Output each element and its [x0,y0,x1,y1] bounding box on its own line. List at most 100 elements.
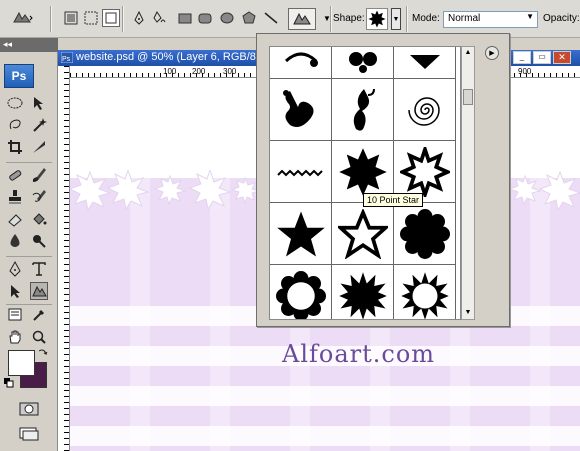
notes-tool[interactable] [6,306,24,324]
lasso-icon [9,119,21,130]
tool-preset-picker[interactable] [8,6,36,30]
shape-cell[interactable] [332,79,394,141]
screen-mode-button[interactable] [18,426,40,442]
polygon-icon [242,11,256,24]
dodge-tool[interactable] [30,232,48,250]
custom-shape-icon [32,285,47,297]
default-colors-button[interactable] [4,378,14,388]
foreground-color-swatch[interactable] [8,350,35,376]
path-selection-tool[interactable] [6,282,24,300]
move-tool[interactable] [30,94,48,112]
line-tool-button[interactable] [262,9,280,27]
type-tool[interactable] [30,260,48,278]
shape-cell[interactable] [332,265,394,319]
shape-tooltip: 10 Point Star [363,193,424,207]
crop-tool[interactable] [6,138,24,156]
shape-cell[interactable] [394,265,456,319]
path-select-arrow-icon [11,285,20,298]
5-point-star-outline-icon [337,208,388,259]
eyedropper-tool[interactable] [30,306,48,324]
shape-cell[interactable] [394,203,456,265]
paint-bucket-tool[interactable] [30,210,48,228]
fleur-ornament-icon [282,89,314,127]
canvas-stripe [70,426,580,446]
polygon-tool-button[interactable] [240,9,258,27]
custom-shape-tool-icon [13,11,33,23]
play-arrow-icon: ▶ [489,50,495,57]
shape-cell[interactable] [270,47,332,79]
shape-grid-scrollbar[interactable]: ▲ ▼ [461,46,475,320]
fill-pixels-icon [105,12,117,24]
shape-cell[interactable] [270,203,332,265]
shape-cell[interactable] [394,47,456,79]
close-button[interactable]: ✕ [553,51,571,64]
blur-drop-icon [10,234,20,247]
canvas-stripe [70,386,580,406]
eraser-tool[interactable] [6,210,24,228]
10-point-star-icon [368,10,386,28]
paths-icon [84,11,98,25]
custom-shape-tool[interactable] [30,282,48,300]
scroll-down-arrow-icon[interactable]: ▼ [462,307,474,319]
shape-cell[interactable] [270,79,332,141]
custom-shape-picker-panel: ▲ ▼ ▶ [256,33,510,327]
picker-menu-button[interactable]: ▶ [485,46,499,60]
type-t-icon [32,262,46,276]
magic-wand-tool[interactable] [30,116,48,134]
rounded-rectangle-button[interactable] [196,9,214,27]
default-colors-icon [4,378,14,388]
ellipse-icon [220,12,234,24]
zigzag-line-icon [276,169,323,176]
scroll-thumb[interactable] [463,89,473,105]
shape-picker-dropdown-button[interactable]: ▼ [391,8,401,30]
shape-layers-icon [64,11,78,25]
slice-tool[interactable] [30,138,48,156]
paths-button[interactable] [82,9,100,27]
freeform-pen-button[interactable] [150,9,168,27]
pen-tool-button[interactable] [130,9,148,27]
watermark-text: Alfoart.com [282,340,436,368]
eyedropper-icon [33,310,44,321]
brush-tool[interactable] [30,166,48,184]
hand-icon [9,330,21,344]
shape-cell[interactable] [270,265,332,319]
lasso-tool[interactable] [6,116,24,134]
shape-cell[interactable] [270,141,332,203]
swap-colors-button[interactable] [38,348,48,358]
minimize-button[interactable]: _ [513,51,531,64]
stamp-icon [9,190,21,204]
quick-mask-button[interactable] [18,400,40,418]
shape-preview-swatch[interactable] [366,8,388,30]
blur-tool[interactable] [6,232,24,250]
maximize-button[interactable]: ▭ [533,51,551,64]
magnifier-icon [32,330,46,344]
history-brush-tool[interactable] [30,188,48,206]
rounded-rectangle-icon [198,13,212,24]
shape-label: Shape: [333,13,365,24]
blend-mode-select[interactable]: Normal ▼ [443,11,538,28]
shape-layers-button[interactable] [62,9,80,27]
shape-cell[interactable] [332,47,394,79]
rectangle-tool-button[interactable] [176,9,194,27]
clone-stamp-tool[interactable] [6,188,24,206]
custom-shape-tool-button[interactable] [288,8,316,30]
move-icon [34,97,43,110]
hand-tool[interactable] [6,328,24,346]
shape-cell[interactable] [332,203,394,265]
notes-icon [8,308,22,321]
path-pen-tool[interactable] [6,260,24,278]
star-burst-outline-icon [399,146,450,197]
ellipse-tool-button[interactable] [218,9,236,27]
toolbox-header[interactable]: ◂◂ [0,38,58,52]
zoom-tool[interactable] [30,328,48,346]
quick-mask-icon [19,402,39,416]
toolbox: ◂◂ Ps [0,38,58,451]
bandage-icon [9,170,22,181]
fill-pixels-button[interactable] [102,9,120,27]
healing-brush-tool[interactable] [6,166,24,184]
crop-icon [8,140,22,154]
scroll-up-arrow-icon[interactable]: ▲ [462,47,474,59]
shape-cell[interactable] [394,79,456,141]
ps-logo[interactable]: Ps [4,64,34,88]
marquee-tool[interactable] [6,94,24,112]
